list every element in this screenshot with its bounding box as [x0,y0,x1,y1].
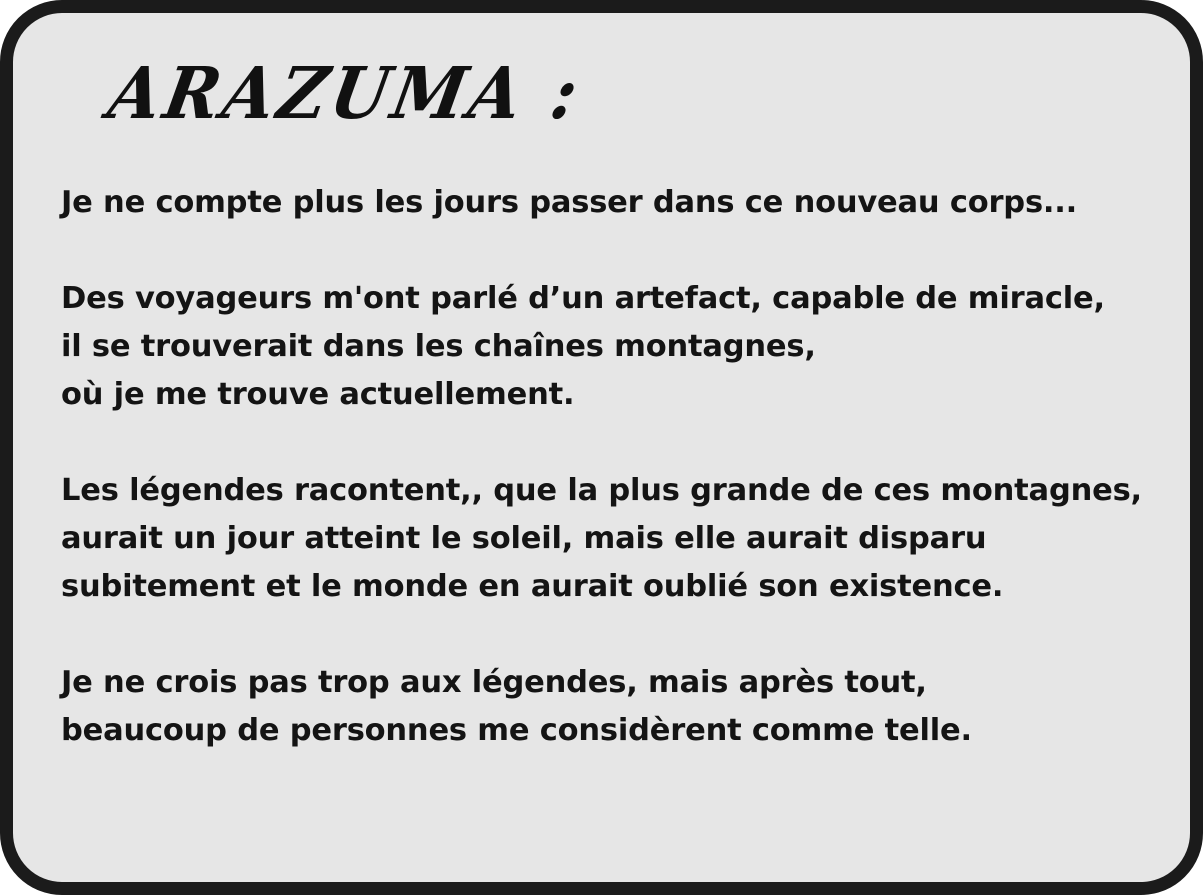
dialog-line: Je ne crois pas trop aux légendes, mais … [61,665,927,700]
dialog-paragraph-1: Je ne compte plus les jours passer dans … [61,179,1201,227]
dialog-line: Je ne compte plus les jours passer dans … [61,185,1078,220]
dialog-text: Je ne compte plus les jours passer dans … [61,179,1201,803]
dialog-paragraph-3: Les légendes racontent,, que la plus gra… [61,467,1201,611]
dialog-box: ARAZUMA : Je ne compte plus les jours pa… [0,0,1203,895]
dialog-line: aurait un jour atteint le soleil, mais e… [61,521,987,556]
dialog-line: subitement et le monde en aurait oublié … [61,569,1004,604]
dialog-line: où je me trouve actuellement. [61,377,575,412]
dialog-line: Les légendes racontent,, que la plus gra… [61,473,1142,508]
dialog-paragraph-2: Des voyageurs m'ont parlé d’un artefact,… [61,275,1201,419]
dialog-line: beaucoup de personnes me considèrent com… [61,713,972,748]
dialog-line: il se trouverait dans les chaînes montag… [61,329,816,364]
dialog-paragraph-4: Je ne crois pas trop aux légendes, mais … [61,659,1201,755]
speaker-name: ARAZUMA : [102,50,589,136]
dialog-line: Des voyageurs m'ont parlé d’un artefact,… [61,281,1105,316]
speaker-name-tag: ARAZUMA : [103,43,588,143]
